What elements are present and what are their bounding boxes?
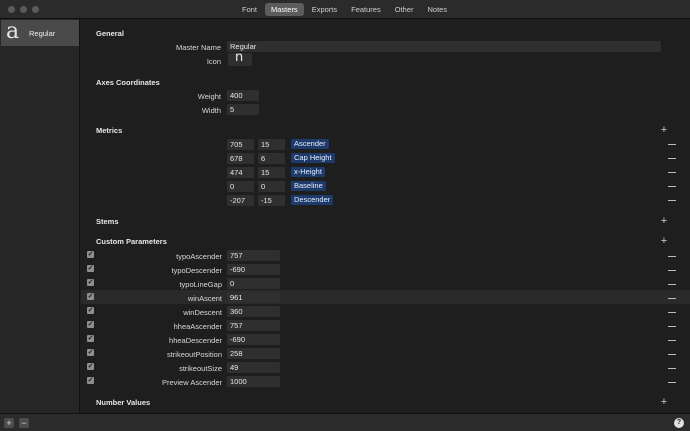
remove-parameter-button[interactable]	[668, 270, 676, 271]
remove-metric-button[interactable]	[668, 200, 676, 201]
parameter-value-field[interactable]: -690	[227, 264, 280, 275]
parameter-enabled-checkbox[interactable]: ✓	[87, 265, 94, 272]
remove-metric-button[interactable]	[668, 172, 676, 173]
close-window-button[interactable]	[8, 6, 15, 13]
tab-features[interactable]: Features	[345, 3, 387, 16]
parameter-name: winDescent	[183, 308, 222, 317]
zoom-window-button[interactable]	[32, 6, 39, 13]
add-stem-button[interactable]: +	[660, 216, 668, 227]
tab-exports[interactable]: Exports	[306, 3, 343, 16]
tab-notes[interactable]: Notes	[422, 3, 454, 16]
parameter-value-field[interactable]: 757	[227, 320, 280, 331]
section-number-values-title: Number Values	[96, 398, 151, 407]
add-master-button[interactable]: +	[4, 418, 14, 428]
add-custom-parameter-button[interactable]: +	[660, 236, 668, 247]
parameter-name: strikeoutPosition	[166, 350, 222, 359]
tab-font[interactable]: Font	[236, 3, 263, 16]
metric-name-tag[interactable]: Descender	[291, 195, 334, 205]
remove-parameter-button[interactable]	[668, 354, 676, 355]
remove-metric-button[interactable]	[668, 186, 676, 187]
metric-overshoot-field[interactable]: -15	[258, 195, 285, 206]
width-label: Width	[201, 106, 221, 115]
section-stems-title: Stems	[96, 217, 119, 226]
master-name-field[interactable]: Regular	[227, 41, 661, 52]
parameter-enabled-checkbox[interactable]: ✓	[87, 279, 94, 286]
remove-parameter-button[interactable]	[668, 298, 676, 299]
parameter-value-field[interactable]: 1000	[227, 376, 280, 387]
metric-position-field[interactable]: 474	[227, 167, 254, 178]
parameter-name: strikeoutSize	[179, 364, 222, 373]
parameter-value-field[interactable]: -690	[227, 334, 280, 345]
metric-position-field[interactable]: 0	[227, 181, 254, 192]
section-axes-title: Axes Coordinates	[96, 78, 160, 87]
add-metric-button[interactable]: +	[660, 125, 668, 136]
help-button[interactable]: ?	[674, 418, 684, 428]
metric-name-tag[interactable]: Ascender	[291, 139, 329, 149]
metric-position-field[interactable]: 678	[227, 153, 254, 164]
metric-name-tag[interactable]: Baseline	[291, 181, 326, 191]
master-item-regular[interactable]: a Regular	[1, 19, 79, 46]
remove-parameter-button[interactable]	[668, 382, 676, 383]
parameter-name: hheaDescender	[169, 336, 222, 345]
parameter-name: typoAscender	[176, 252, 222, 261]
remove-parameter-button[interactable]	[668, 340, 676, 341]
parameter-enabled-checkbox[interactable]: ✓	[87, 335, 94, 342]
master-name-label: Master Name	[175, 43, 221, 52]
icon-label: Icon	[206, 57, 221, 66]
section-custom-parameters-title: Custom Parameters	[96, 237, 167, 246]
metric-overshoot-field[interactable]: 0	[258, 181, 285, 192]
parameter-name: typoLineGap	[179, 280, 222, 289]
metric-name-tag[interactable]: Cap Height	[291, 153, 335, 163]
weight-label: Weight	[197, 92, 221, 101]
parameter-name: winAscent	[187, 294, 222, 303]
tab-masters[interactable]: Masters	[265, 3, 304, 16]
parameter-enabled-checkbox[interactable]: ✓	[87, 293, 94, 300]
metric-position-field[interactable]: -207	[227, 195, 254, 206]
parameter-value-field[interactable]: 0	[227, 278, 280, 289]
minimize-window-button[interactable]	[20, 6, 27, 13]
tab-other[interactable]: Other	[389, 3, 420, 16]
bottom-toolbar: + − ?	[0, 413, 690, 431]
master-glyph-preview: a	[6, 19, 20, 44]
master-settings-panel: General Master Name Regular Icon n Axes …	[81, 19, 690, 413]
parameter-name: typoDescender	[171, 266, 222, 275]
metric-overshoot-field[interactable]: 15	[258, 139, 285, 150]
section-metrics-title: Metrics	[96, 126, 123, 135]
remove-parameter-button[interactable]	[668, 326, 676, 327]
parameter-value-field[interactable]: 360	[227, 306, 280, 317]
remove-master-button[interactable]: −	[19, 418, 29, 428]
master-item-label: Regular	[29, 29, 56, 38]
tab-bar: Font Masters Exports Features Other Note…	[236, 3, 453, 16]
parameter-value-field[interactable]: 961	[227, 292, 280, 303]
metric-overshoot-field[interactable]: 15	[258, 167, 285, 178]
add-number-value-button[interactable]: +	[660, 397, 668, 408]
parameter-enabled-checkbox[interactable]: ✓	[87, 307, 94, 314]
remove-parameter-button[interactable]	[668, 284, 676, 285]
remove-parameter-button[interactable]	[668, 312, 676, 313]
parameter-value-field[interactable]: 757	[227, 250, 280, 261]
metric-overshoot-field[interactable]: 6	[258, 153, 285, 164]
parameter-enabled-checkbox[interactable]: ✓	[87, 321, 94, 328]
remove-parameter-button[interactable]	[668, 368, 676, 369]
metric-name-tag[interactable]: x-Height	[291, 167, 325, 177]
parameter-enabled-checkbox[interactable]: ✓	[87, 251, 94, 258]
parameter-enabled-checkbox[interactable]: ✓	[87, 349, 94, 356]
parameter-enabled-checkbox[interactable]: ✓	[87, 363, 94, 370]
weight-field[interactable]: 400	[227, 90, 259, 101]
parameter-name: Preview Ascender	[161, 378, 222, 387]
master-icon-glyph: n	[235, 50, 244, 65]
parameter-enabled-checkbox[interactable]: ✓	[87, 377, 94, 384]
remove-metric-button[interactable]	[668, 158, 676, 159]
masters-sidebar: a Regular	[0, 19, 80, 413]
width-field[interactable]: 5	[227, 104, 259, 115]
master-icon-well[interactable]: n	[228, 50, 252, 66]
remove-parameter-button[interactable]	[668, 256, 676, 257]
remove-metric-button[interactable]	[668, 144, 676, 145]
metric-position-field[interactable]: 705	[227, 139, 254, 150]
parameter-value-field[interactable]: 258	[227, 348, 280, 359]
parameter-name: hheaAscender	[173, 322, 222, 331]
section-general-title: General	[96, 29, 124, 38]
parameter-value-field[interactable]: 49	[227, 362, 280, 373]
title-bar: Font Masters Exports Features Other Note…	[0, 0, 690, 19]
